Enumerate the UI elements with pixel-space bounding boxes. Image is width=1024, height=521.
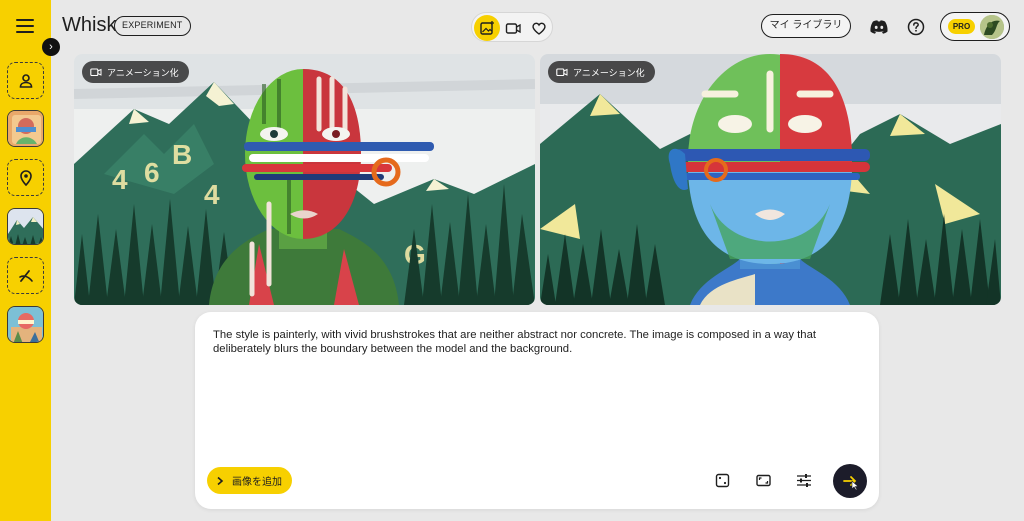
- animate-button-1[interactable]: アニメーション化: [82, 61, 189, 83]
- prompt-input[interactable]: The style is painterly, with vivid brush…: [213, 328, 853, 356]
- account-pill[interactable]: PRO: [940, 12, 1010, 41]
- arrow-right-icon: [843, 476, 859, 490]
- app-title: Whisk: [62, 14, 117, 36]
- help-icon[interactable]: [905, 16, 927, 38]
- style-thumbnail[interactable]: [7, 306, 44, 343]
- favorites-button[interactable]: [526, 15, 552, 41]
- animate-button-2[interactable]: アニメーション化: [548, 61, 655, 83]
- expand-sidebar-button[interactable]: ›: [42, 38, 60, 56]
- svg-text:4: 4: [112, 164, 128, 195]
- generated-image-2[interactable]: アニメーション化: [540, 54, 1001, 305]
- subject-slot-empty[interactable]: [7, 62, 44, 99]
- aspect-ratio-icon[interactable]: [753, 470, 773, 490]
- subject-thumbnail[interactable]: [7, 110, 44, 147]
- person-icon: [19, 73, 32, 88]
- animate-label: アニメーション化: [107, 67, 179, 78]
- settings-sliders-icon[interactable]: [794, 470, 814, 490]
- pro-badge: PRO: [948, 19, 975, 34]
- painted-portrait-mountains-image: [540, 54, 1001, 305]
- animate-label: アニメーション化: [573, 67, 645, 78]
- video-icon: [90, 68, 102, 77]
- svg-text:6: 6: [144, 157, 160, 188]
- discord-icon[interactable]: [868, 16, 890, 38]
- svg-text:B: B: [172, 139, 192, 170]
- video-icon: [556, 68, 568, 77]
- chevron-right-icon: [217, 476, 224, 485]
- image-mode-button[interactable]: [474, 15, 500, 41]
- svg-text:4: 4: [204, 179, 220, 210]
- generated-image-1[interactable]: 46B4G アニメーション化: [74, 54, 535, 305]
- style-slot-empty[interactable]: [7, 257, 44, 294]
- video-mode-button[interactable]: [500, 15, 526, 41]
- my-library-button[interactable]: マイ ライブラリ: [761, 14, 851, 38]
- location-pin-icon: [19, 169, 32, 186]
- menu-icon[interactable]: [14, 16, 36, 36]
- prompt-box: The style is painterly, with vivid brush…: [195, 312, 879, 509]
- brush-icon: [18, 269, 33, 282]
- sidebar: [0, 0, 51, 521]
- experiment-badge: EXPERIMENT: [114, 16, 191, 36]
- mode-toggle: [471, 12, 553, 42]
- image-add-icon: [480, 21, 494, 35]
- scene-thumbnail[interactable]: [7, 208, 44, 245]
- submit-button[interactable]: [833, 464, 867, 498]
- add-image-label: 画像を追加: [232, 477, 282, 488]
- dice-icon[interactable]: [712, 470, 732, 490]
- painted-portrait-mountains-image: 46B4G: [74, 54, 535, 305]
- video-icon: [505, 23, 521, 34]
- heart-icon: [532, 22, 546, 35]
- add-image-button[interactable]: 画像を追加: [207, 467, 292, 494]
- avatar: [980, 15, 1004, 39]
- scene-slot-empty[interactable]: [7, 159, 44, 196]
